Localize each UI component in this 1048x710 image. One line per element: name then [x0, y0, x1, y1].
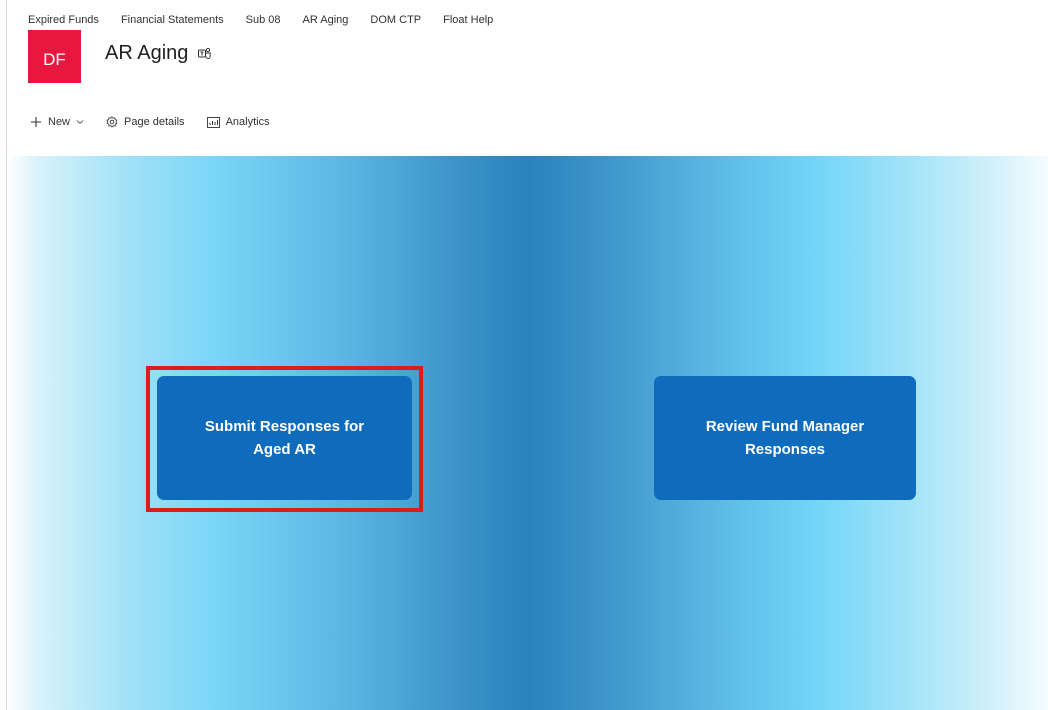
gear-icon [106, 116, 118, 128]
chevron-down-icon [76, 120, 84, 125]
nav-link-financial-statements[interactable]: Financial Statements [121, 14, 224, 26]
teams-icon[interactable] [198, 47, 212, 60]
nav-link-sub-08[interactable]: Sub 08 [246, 14, 281, 26]
review-responses-line2: Responses [744, 441, 826, 458]
nav-link-dom-ctp[interactable]: DOM CTP [370, 14, 421, 26]
page-details-button[interactable]: Page details [106, 116, 185, 128]
submit-responses-line2: Aged AR [253, 441, 316, 458]
hub-navigation: Expired Funds Financial Statements Sub 0… [28, 12, 515, 28]
analytics-label: Analytics [225, 116, 270, 128]
review-responses-button[interactable]: Review Fund Manager Responses [654, 376, 916, 500]
analytics-icon [206, 116, 220, 128]
nav-link-float-help[interactable]: Float Help [443, 14, 493, 26]
new-button-label: New [48, 116, 71, 128]
nav-link-expired-funds[interactable]: Expired Funds [28, 14, 99, 26]
nav-link-ar-aging[interactable]: AR Aging [303, 14, 349, 26]
review-responses-label: Review Fund Manager Responses [706, 415, 864, 461]
submit-responses-label: Submit Responses for Aged AR [205, 415, 364, 461]
review-responses-line1: Review Fund Manager [705, 418, 865, 435]
sharepoint-page: Expired Funds Financial Statements Sub 0… [0, 0, 1048, 710]
command-bar: New Page details Analytics [30, 113, 292, 131]
new-button[interactable]: New [30, 116, 84, 128]
site-logo-text: DF [43, 49, 66, 69]
plus-icon [31, 117, 41, 127]
submit-responses-button[interactable]: Submit Responses for Aged AR [157, 376, 412, 500]
site-logo[interactable]: DF [28, 30, 81, 83]
site-header: AR Aging [105, 42, 212, 65]
submit-responses-line1: Submit Responses for [204, 418, 365, 435]
analytics-button[interactable]: Analytics [206, 116, 270, 128]
page-details-label: Page details [124, 116, 185, 128]
page-title[interactable]: AR Aging [105, 42, 188, 65]
